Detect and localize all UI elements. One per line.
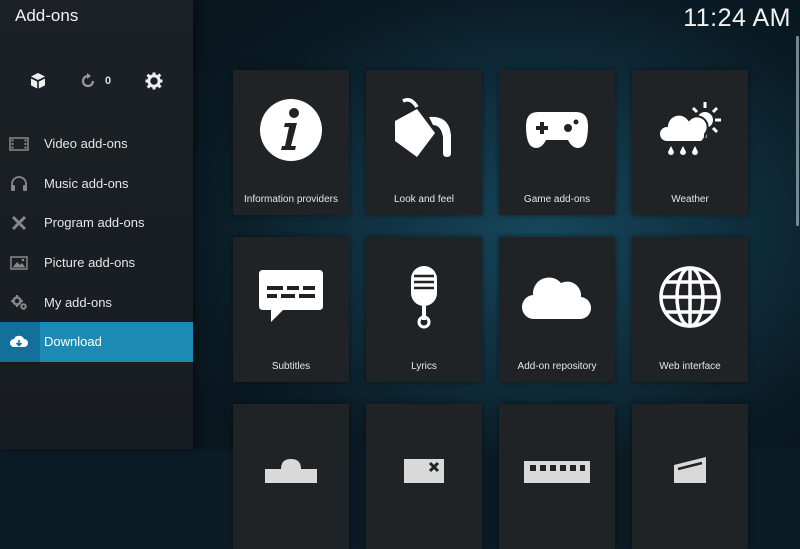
tile-label: Subtitles (271, 361, 311, 372)
sidebar-item-label: Video add-ons (44, 136, 128, 152)
tile-lyrics[interactable]: Lyrics (366, 237, 482, 382)
sidebar-item-label: Music add-ons (44, 175, 129, 191)
tile-look-and-feel[interactable]: Look and feel (366, 70, 482, 215)
tile-partial-4[interactable] (632, 404, 748, 549)
sidebar-item-program-addons[interactable]: Program add-ons (0, 203, 193, 243)
globe-icon (632, 257, 748, 337)
film-icon (9, 134, 29, 154)
paint-bucket-icon (366, 90, 482, 170)
sidebar-item-label: My add-ons (44, 294, 112, 310)
info-icon (233, 90, 349, 170)
tile-game-addons[interactable]: Game add-ons (499, 70, 615, 215)
tools-icon (9, 213, 29, 233)
tile-label: Lyrics (411, 361, 437, 372)
sidebar-item-label: Download (44, 334, 102, 350)
gears-icon (9, 292, 29, 312)
weather-icon (632, 90, 748, 170)
tile-label: Information providers (244, 194, 338, 205)
tile-addon-repository[interactable]: Add-on repository (499, 237, 615, 382)
tile-information-providers[interactable]: Information providers (233, 70, 349, 215)
settings-gear-icon[interactable] (143, 70, 165, 92)
tile-label: Game add-ons (523, 194, 591, 205)
headphones-icon (9, 174, 29, 194)
sidebar-nav: Video add-ons Music add-ons Program add-… (0, 124, 193, 362)
update-icon[interactable] (77, 70, 99, 92)
microphone-icon (366, 257, 482, 337)
sidebar-item-label: Program add-ons (44, 215, 145, 231)
update-count: 0 (105, 75, 112, 87)
screen-close-icon (366, 428, 482, 508)
document-icon (632, 428, 748, 508)
gamepad-icon (499, 90, 615, 170)
tile-web-interface[interactable]: Web interface (632, 237, 748, 382)
cloud-download-icon (9, 332, 29, 352)
sidebar-item-download[interactable]: Download (0, 321, 193, 362)
keyboard-icon (499, 428, 615, 508)
tile-label: Look and feel (393, 194, 455, 205)
scrollbar[interactable] (796, 36, 799, 226)
sidebar-item-music-addons[interactable]: Music add-ons (0, 164, 193, 204)
sidebar-toolbar: 0 (0, 66, 193, 96)
tile-label: Web interface (659, 361, 721, 372)
clock: 11:24 AM (683, 4, 791, 32)
sidebar-item-label: Picture add-ons (44, 255, 136, 271)
subtitles-icon (233, 257, 349, 337)
tile-partial-2[interactable] (366, 404, 482, 549)
sidebar-item-my-addons[interactable]: My add-ons (0, 282, 193, 322)
tile-weather[interactable]: Weather (632, 70, 748, 215)
addon-browser-icon[interactable] (27, 70, 49, 92)
page-title: Add-ons (15, 6, 79, 25)
picture-icon (9, 253, 29, 273)
sidebar-item-video-addons[interactable]: Video add-ons (0, 124, 193, 164)
sidebar: Add-ons 0 Video add-ons Music add-ons Pr… (0, 0, 193, 449)
cloud-icon (499, 257, 615, 337)
tile-subtitles[interactable]: Subtitles (233, 237, 349, 382)
tile-partial-3[interactable] (499, 404, 615, 549)
tile-label: Add-on repository (517, 361, 597, 372)
tile-label: Weather (671, 194, 709, 205)
puzzle-icon (233, 428, 349, 508)
sidebar-item-picture-addons[interactable]: Picture add-ons (0, 243, 193, 283)
tile-partial-1[interactable] (233, 404, 349, 549)
